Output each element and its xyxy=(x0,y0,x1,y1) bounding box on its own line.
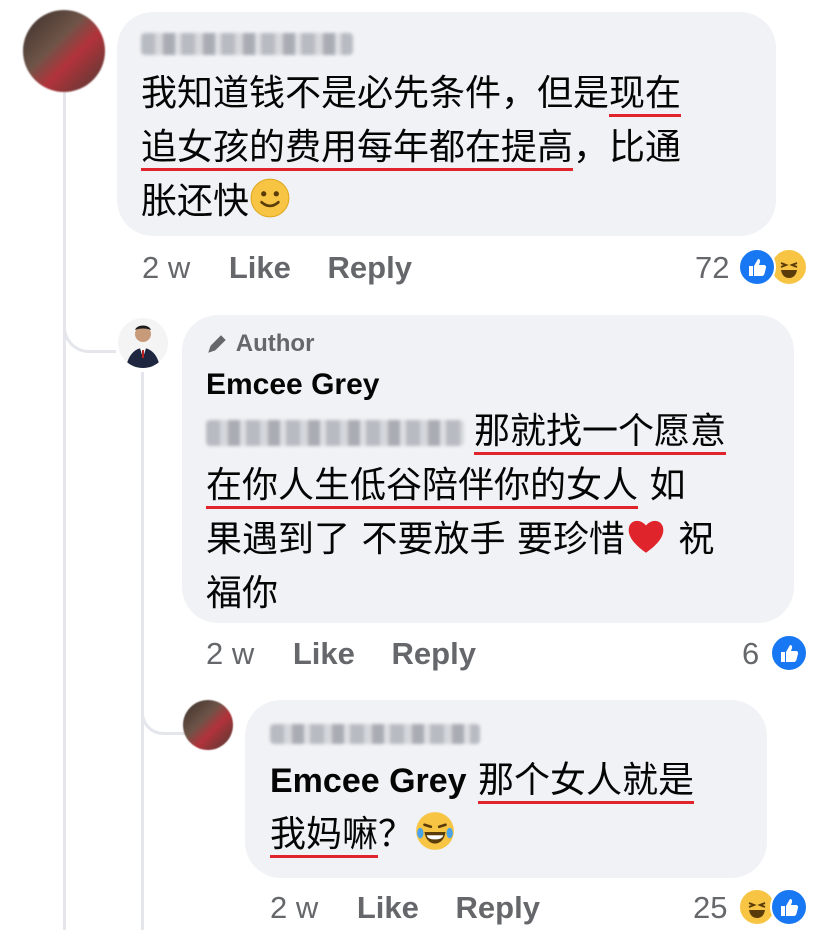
reaction-count[interactable]: 25 xyxy=(693,890,727,926)
like-link[interactable]: Like xyxy=(293,636,355,671)
like-icon[interactable] xyxy=(770,888,808,926)
mention-link[interactable]: Emcee Grey xyxy=(270,762,467,800)
like-icon[interactable] xyxy=(770,634,808,672)
timestamp[interactable]: 2 w xyxy=(206,636,254,671)
timestamp[interactable]: 2 w xyxy=(142,250,190,285)
thread-line-main xyxy=(63,92,66,930)
comment-text-3: Emcee Grey 那个女人就是 我妈嘛？ xyxy=(270,754,760,862)
comment-meta-3: 2 w Like Reply xyxy=(270,890,540,926)
red-heart-icon xyxy=(628,520,664,553)
tears-of-joy-icon xyxy=(416,812,454,850)
reply-link[interactable]: Reply xyxy=(456,890,540,925)
comment-meta-2: 2 w Like Reply xyxy=(206,636,476,672)
author-badge: Author xyxy=(206,330,314,358)
like-link[interactable]: Like xyxy=(229,250,291,285)
reaction-count[interactable]: 6 xyxy=(742,636,759,672)
thread-connector-1 xyxy=(63,300,116,353)
thread-line-second xyxy=(141,372,144,930)
like-link[interactable]: Like xyxy=(357,890,419,925)
thread-connector-2 xyxy=(141,690,186,735)
pencil-icon xyxy=(208,335,226,353)
like-icon[interactable] xyxy=(738,248,776,286)
slightly-smiling-face-icon xyxy=(250,178,290,218)
reply-link[interactable]: Reply xyxy=(392,636,476,671)
comment-text-1: 我知道钱不是必先条件，但是现在 追女孩的费用每年都在提高，比通 胀还快 xyxy=(141,73,682,222)
author-avatar[interactable] xyxy=(118,318,168,368)
comment-text-2: 那就找一个愿意 在你人生低谷陪伴你的女人 如 果遇到了 不要放手 要珍惜 祝 福… xyxy=(206,411,727,614)
avatar[interactable] xyxy=(23,10,105,92)
reply-link[interactable]: Reply xyxy=(328,250,412,285)
commenter-name-blurred[interactable] xyxy=(270,724,480,744)
timestamp[interactable]: 2 w xyxy=(270,890,318,925)
comment-meta-1: 2 w Like Reply xyxy=(142,250,412,286)
reaction-count[interactable]: 72 xyxy=(695,250,729,286)
avatar[interactable] xyxy=(183,700,233,750)
author-name[interactable]: Emcee Grey xyxy=(206,368,379,402)
commenter-name-blurred[interactable] xyxy=(141,33,353,55)
